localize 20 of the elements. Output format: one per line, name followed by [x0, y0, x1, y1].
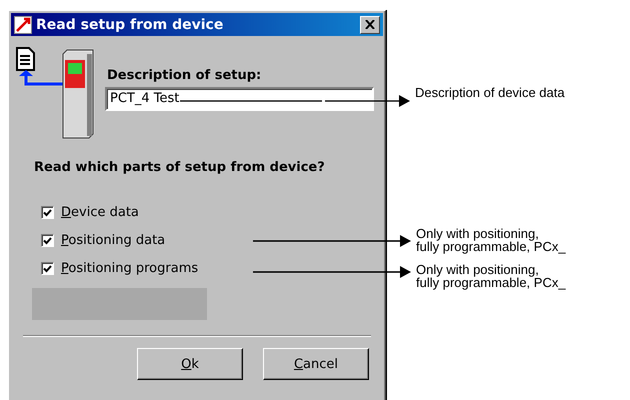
question-label: Read which parts of setup from device? [34, 160, 326, 175]
annotation-text: fully programmable, PCx_ [416, 240, 566, 253]
option-checkbox[interactable]: Device data [41, 205, 139, 220]
annotation-text: fully programmable, PCx_ [416, 276, 566, 289]
annotation-text: Description of device data [415, 86, 565, 99]
app-icon [14, 16, 32, 34]
description-field[interactable]: PCT_4 Test [105, 87, 374, 111]
checkbox[interactable] [41, 206, 54, 219]
checkbox[interactable] [41, 262, 54, 275]
close-icon [365, 20, 375, 29]
description-label: Description of setup: [106, 68, 262, 83]
option-checkbox[interactable]: Positioning programs [41, 261, 198, 276]
window-title: Read setup from device [36, 16, 224, 32]
checkbox[interactable] [41, 234, 54, 247]
annotation-text: Only with positioning, [416, 227, 540, 240]
cancel-button[interactable]: Cancel [263, 348, 369, 380]
annotation-text: Only with positioning, [416, 263, 540, 276]
ok-button[interactable]: Ok [137, 348, 243, 380]
option-checkbox[interactable]: Positioning data [41, 233, 166, 248]
close-button[interactable] [360, 16, 380, 34]
